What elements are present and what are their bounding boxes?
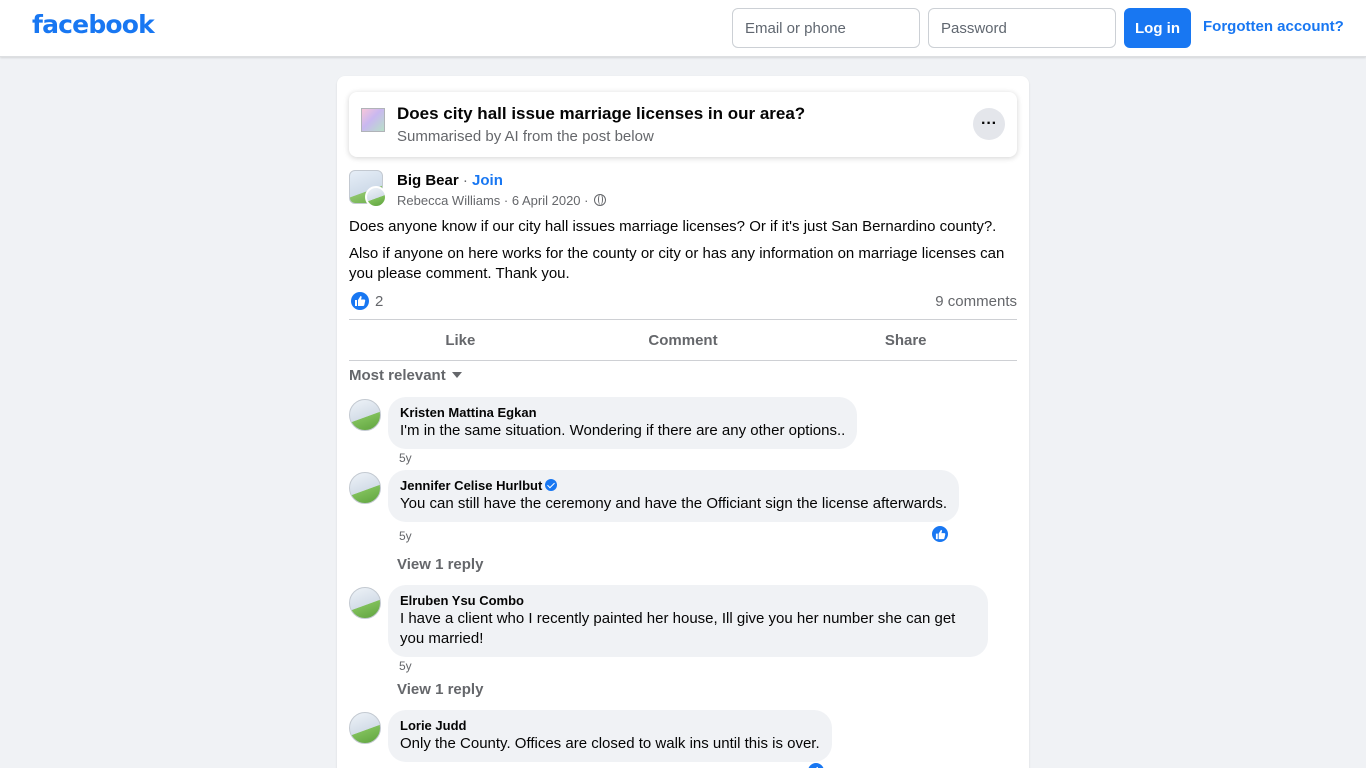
commenter-avatar[interactable]	[349, 712, 381, 744]
verified-badge-icon	[545, 479, 558, 491]
comment-sort-dropdown[interactable]: Most relevant	[349, 367, 462, 384]
comment-timestamp[interactable]: 5y	[399, 659, 412, 673]
commenter-name-row: Jennifer Celise Hurlbut	[400, 478, 947, 494]
ai-summary-title: Does city hall issue marriage licenses i…	[397, 104, 806, 123]
facebook-logo[interactable]: facebook	[32, 10, 155, 39]
post-meta: Rebecca Williams · 6 April 2020 ·	[397, 193, 607, 208]
view-reply-link[interactable]: View 1 reply	[397, 556, 483, 573]
password-input[interactable]	[928, 8, 1116, 48]
comment-button[interactable]: Comment	[572, 320, 795, 360]
email-or-phone-input[interactable]	[732, 8, 920, 48]
sort-label: Most relevant	[349, 367, 446, 384]
join-group-link[interactable]: Join	[472, 172, 503, 189]
view-reply-link[interactable]: View 1 reply	[397, 681, 483, 698]
comment-timestamp[interactable]: 5y	[399, 529, 412, 543]
commenter-avatar[interactable]	[349, 399, 381, 431]
author-name-link[interactable]: Rebecca Williams	[397, 193, 500, 208]
like-reaction-icon[interactable]	[351, 292, 369, 310]
ai-summary-subtitle: Summarised by AI from the post below	[397, 128, 654, 145]
forgotten-account-link[interactable]: Forgotten account?	[1203, 18, 1344, 35]
commenter-avatar[interactable]	[349, 472, 381, 504]
post-card: Does city hall issue marriage licenses i…	[337, 76, 1029, 768]
commenter-name-link[interactable]: Kristen Mattina Egkan	[400, 405, 845, 421]
comment-text: You can still have the ceremony and have…	[400, 495, 947, 512]
comment-like-reaction-icon[interactable]	[931, 525, 949, 543]
commenter-name-link[interactable]: Jennifer Celise Hurlbut	[400, 478, 542, 493]
commenter-avatar[interactable]	[349, 587, 381, 619]
comment-bubble: Kristen Mattina Egkan I'm in the same si…	[388, 397, 858, 449]
ai-summary-icon	[361, 108, 385, 132]
post-action-bar: Like Comment Share	[349, 319, 1017, 361]
post-date-link[interactable]: 6 April 2020	[512, 193, 581, 208]
comment-timestamp[interactable]: 5y	[399, 451, 412, 465]
log-in-button[interactable]: Log in	[1124, 8, 1191, 48]
like-count[interactable]: 2	[375, 293, 383, 310]
ai-summary-box: Does city hall issue marriage licenses i…	[349, 92, 1017, 157]
comment-bubble: Jennifer Celise Hurlbut You can still ha…	[388, 470, 959, 522]
separator: ·	[500, 193, 512, 208]
comment-bubble: Elruben Ysu Combo I have a client who I …	[388, 585, 988, 657]
top-navigation-bar: facebook Log in Forgotten account?	[0, 0, 1366, 57]
comment-like-reaction-icon[interactable]	[807, 762, 825, 768]
share-button[interactable]: Share	[794, 320, 1017, 360]
comment-bubble: Lorie Judd Only the County. Offices are …	[388, 710, 832, 762]
globe-icon	[594, 194, 607, 206]
group-name-link[interactable]: Big Bear	[397, 172, 459, 189]
like-button[interactable]: Like	[349, 320, 572, 360]
comment-text: I'm in the same situation. Wondering if …	[400, 422, 846, 439]
group-header: Big Bear · Join	[397, 172, 503, 189]
comment-text: I have a client who I recently painted h…	[400, 610, 956, 647]
post-paragraph: Does anyone know if our city hall issues…	[349, 218, 997, 235]
comment-text: Only the County. Offices are closed to w…	[400, 735, 820, 752]
separator: ·	[580, 193, 593, 208]
commenter-name-link[interactable]: Elruben Ysu Combo	[400, 593, 976, 609]
group-avatar[interactable]	[349, 170, 387, 208]
reactions-row: 2 9 comments	[349, 292, 1017, 312]
commenter-name-link[interactable]: Lorie Judd	[400, 718, 820, 734]
more-options-button[interactable]: ···	[973, 108, 1005, 140]
comment-count-link[interactable]: 9 comments	[935, 293, 1017, 310]
caret-down-icon	[451, 372, 462, 378]
author-avatar[interactable]	[365, 186, 387, 208]
separator: ·	[458, 172, 473, 189]
post-paragraph: Also if anyone on here works for the cou…	[349, 245, 1005, 282]
